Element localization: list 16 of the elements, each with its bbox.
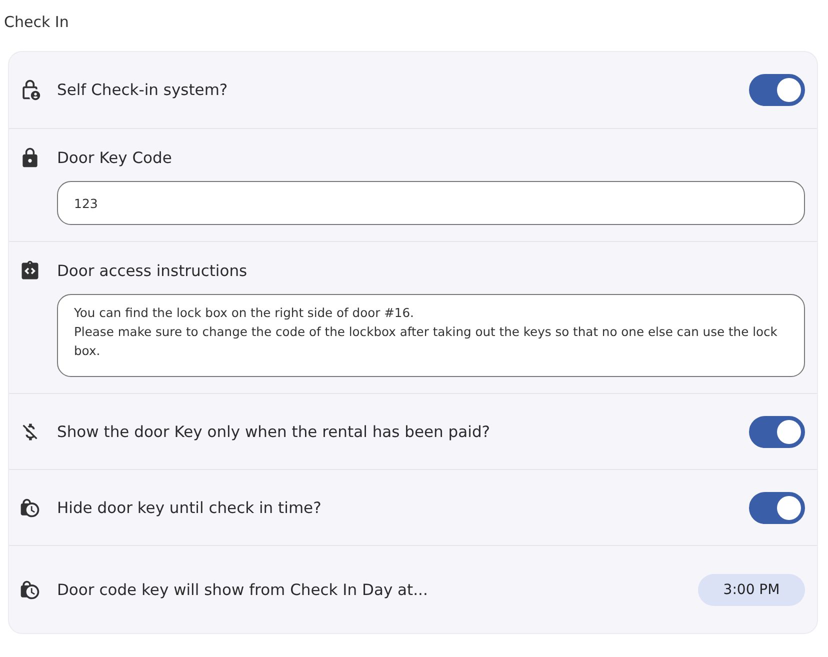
section-title: Check In [4, 13, 70, 31]
lock-clock-icon [19, 496, 41, 518]
setting-label: Self Check-in system? [57, 81, 229, 99]
time-chip[interactable]: 3:00 PM [698, 574, 805, 606]
text-area[interactable]: You can find the lock box on the right side of door #16. Please make sure to change the code of the lockbox after taking out the keys so that no one else can use the lock box. [57, 294, 805, 377]
setting-label: Door Key Code [57, 149, 173, 167]
toggle-switch[interactable] [749, 416, 805, 448]
toggle-switch[interactable] [749, 492, 805, 524]
toggle-switch[interactable] [749, 74, 805, 106]
setting-label: Hide door key until check in time? [57, 498, 322, 516]
lock-clock-icon [19, 578, 41, 600]
code-clipboard-icon [19, 260, 41, 282]
setting-label: Door access instructions [57, 262, 248, 280]
input-field[interactable]: 123 [57, 181, 805, 225]
setting-label: Show the door Key only when the rental has been paid? [57, 422, 492, 440]
setting-label: Door code key will show from Check In Day at... [57, 580, 429, 598]
